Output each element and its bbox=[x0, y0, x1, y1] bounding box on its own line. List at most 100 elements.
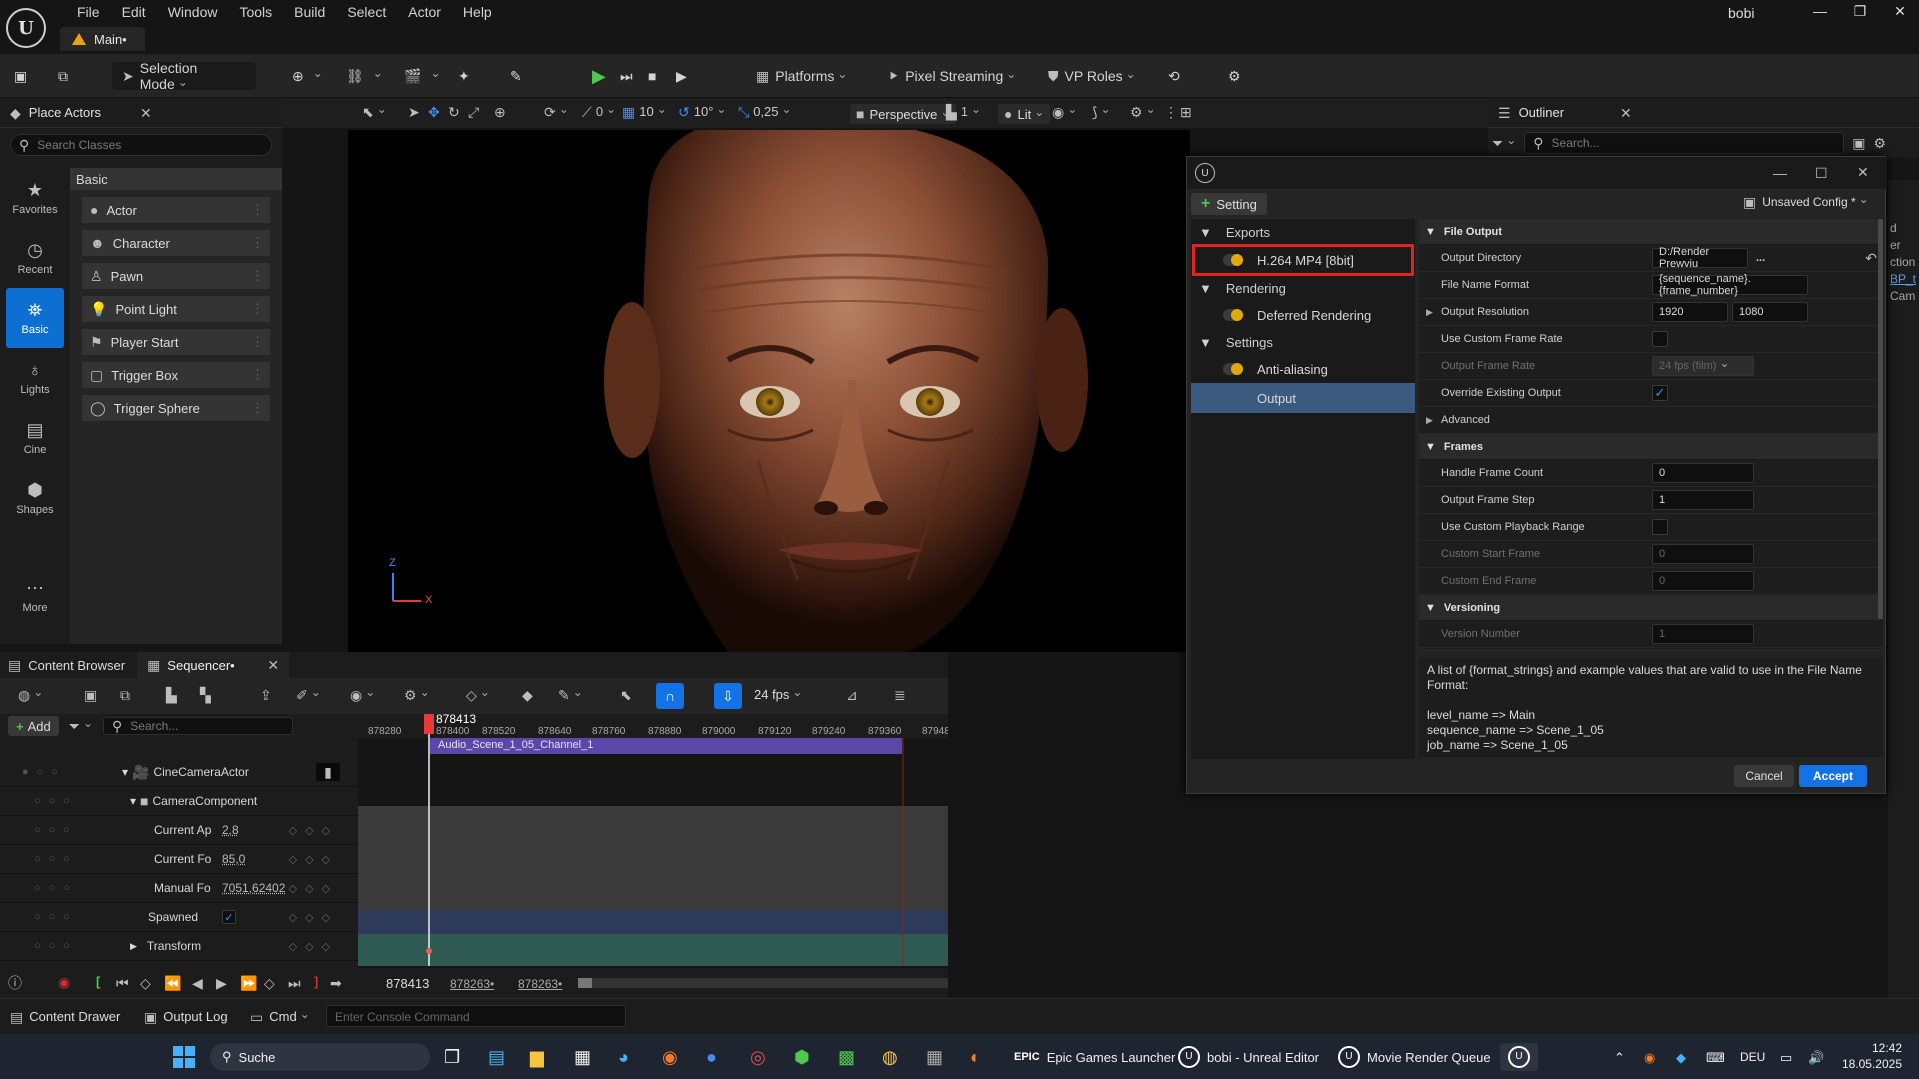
expand-icon[interactable]: ▶ bbox=[1426, 307, 1433, 318]
jump-end-icon[interactable]: ⏭ bbox=[288, 976, 301, 990]
minimize-icon[interactable]: — bbox=[1800, 3, 1840, 19]
nvidia-icon[interactable]: ⬢ bbox=[794, 1043, 810, 1071]
surface-snap-icon[interactable]: ⟳ bbox=[544, 105, 569, 119]
tree-item-output[interactable]: Output bbox=[1191, 383, 1415, 413]
filter-icon[interactable]: ⏷ bbox=[69, 719, 93, 733]
menu-file[interactable]: File bbox=[66, 4, 111, 20]
range-end-bracket-icon[interactable]: ] bbox=[314, 974, 318, 989]
browse-button[interactable]: ... bbox=[1756, 252, 1765, 264]
browser-icon[interactable]: ● bbox=[706, 1043, 717, 1071]
content-drawer-button[interactable]: ▤ Content Drawer bbox=[10, 1009, 120, 1024]
render-icon[interactable]: ▙ bbox=[166, 688, 177, 702]
tab-content-browser[interactable]: ▤ Content Browser bbox=[0, 652, 137, 678]
level-viewport[interactable] bbox=[348, 130, 1190, 652]
close-tab-icon[interactable]: ✕ bbox=[267, 658, 279, 672]
export-icon[interactable]: ⇪ bbox=[260, 688, 272, 702]
stop-icon[interactable]: ■ bbox=[648, 62, 656, 90]
key-icon[interactable]: ◇ bbox=[466, 688, 490, 702]
file-explorer-icon[interactable]: ▆ bbox=[530, 1043, 544, 1071]
eye-icon[interactable]: ◉ bbox=[350, 688, 375, 702]
render-queue-icon[interactable]: ▚ bbox=[200, 688, 211, 702]
scale-snap[interactable]: ⤡ 0,25 bbox=[738, 104, 792, 119]
tools-icon[interactable]: ✐ bbox=[296, 688, 321, 702]
taskbar-search[interactable]: ⚲ Suche bbox=[210, 1043, 430, 1071]
find-icon[interactable]: ⧉ bbox=[120, 688, 130, 702]
add-folder-icon[interactable]: ▣ bbox=[1852, 136, 1865, 150]
minimize-icon[interactable]: — bbox=[1773, 166, 1787, 180]
keyframe-controls[interactable]: ◇◇◇ bbox=[289, 824, 338, 837]
next-frame-icon[interactable]: ⏩ bbox=[240, 976, 257, 990]
menu-select[interactable]: Select bbox=[336, 4, 397, 20]
vp-roles-button[interactable]: ⛊ VP Roles bbox=[1048, 62, 1136, 90]
network-icon[interactable]: ▭ bbox=[1780, 1043, 1792, 1071]
tab-sequencer[interactable]: ▦ Sequencer• ✕ bbox=[137, 652, 290, 678]
record-icon[interactable]: ◉ bbox=[58, 975, 70, 989]
menu-icon[interactable]: ≣ bbox=[894, 688, 906, 702]
reverse-play-icon[interactable]: ◀ bbox=[192, 976, 203, 990]
track-camera-component[interactable]: ○○○ ▾ ■ CameraComponent bbox=[0, 787, 358, 816]
curve-editor-icon[interactable]: ⊿ bbox=[846, 688, 858, 702]
category-lights[interactable]: ♁ Lights bbox=[6, 348, 64, 408]
level-tab[interactable]: Main• bbox=[60, 27, 145, 51]
menu-tools[interactable]: Tools bbox=[228, 4, 283, 20]
enabled-toggle[interactable] bbox=[1223, 309, 1243, 321]
tree-item-h264-mp4[interactable]: H.264 MP4 [8bit] bbox=[1192, 244, 1414, 276]
track-value[interactable]: 2,8 bbox=[222, 823, 239, 837]
actor-item-point-light[interactable]: 💡 Point Light bbox=[82, 296, 270, 322]
perspective-button[interactable]: ■ Perspective bbox=[850, 104, 957, 124]
cursor-icon[interactable]: ⬉ bbox=[620, 688, 632, 702]
tray-chevron-icon[interactable]: ⌃ bbox=[1614, 1043, 1625, 1071]
language-indicator[interactable]: DEU bbox=[1740, 1043, 1765, 1071]
task-view-icon[interactable]: ❐ bbox=[444, 1043, 460, 1071]
camera-cut-icon[interactable]: ▮ bbox=[316, 763, 340, 781]
maximize-icon[interactable]: ❐ bbox=[1840, 3, 1880, 20]
tree-rendering-header[interactable]: ▼ Rendering bbox=[1191, 275, 1415, 301]
view-range-start[interactable]: 878263• bbox=[450, 977, 494, 991]
output-log-button[interactable]: ▣ Output Log bbox=[144, 1009, 228, 1024]
cancel-button[interactable]: Cancel bbox=[1734, 765, 1794, 787]
chrome-icon[interactable]: ◍ bbox=[882, 1043, 898, 1071]
enabled-toggle[interactable] bbox=[1223, 254, 1243, 266]
scrollbar-thumb[interactable] bbox=[578, 978, 592, 988]
place-actors-tab[interactable]: ◆ Place Actors ✕ bbox=[0, 98, 282, 128]
track-value[interactable]: 7051,62402 bbox=[222, 881, 285, 895]
firefox-icon[interactable]: ◉ bbox=[662, 1043, 678, 1071]
category-recent[interactable]: ◷ Recent bbox=[6, 228, 64, 288]
app2-icon[interactable]: ◎ bbox=[750, 1043, 766, 1071]
actor-item-player-start[interactable]: ⚑ Player Start bbox=[82, 329, 270, 355]
use-custom-playback-range-checkbox[interactable] bbox=[1652, 519, 1668, 535]
notepad-icon[interactable]: ▤ bbox=[488, 1043, 505, 1071]
resolution-y-field[interactable]: 1080 bbox=[1732, 302, 1808, 322]
menu-actor[interactable]: Actor bbox=[397, 4, 452, 20]
track-current-focal-length[interactable]: ○○○ Current Fo 85,0 ◇◇◇ bbox=[0, 845, 358, 874]
tray-app-icon[interactable]: ◉ bbox=[1644, 1043, 1655, 1071]
output-frame-rate-select[interactable]: 24 fps (film) bbox=[1652, 356, 1754, 376]
actor-item-actor[interactable]: ● Actor bbox=[82, 197, 270, 223]
enabled-toggle[interactable] bbox=[1223, 363, 1243, 375]
close-icon[interactable]: ✕ bbox=[1880, 3, 1919, 20]
use-custom-frame-rate-checkbox[interactable] bbox=[1652, 331, 1668, 347]
override-existing-output-checkbox[interactable]: ✓ bbox=[1652, 385, 1668, 401]
console-input[interactable]: Enter Console Command bbox=[326, 1005, 626, 1027]
category-more[interactable]: ⋯ More bbox=[6, 566, 64, 626]
cmd-select[interactable]: ▭ Cmd bbox=[250, 1009, 310, 1024]
tree-settings-header[interactable]: ▼ Settings bbox=[1191, 329, 1415, 355]
frames-section[interactable]: ▼ Frames bbox=[1419, 434, 1883, 460]
spawned-checkbox[interactable]: ✓ bbox=[222, 910, 236, 924]
cinematics-icon[interactable]: 🎬 bbox=[404, 62, 441, 90]
menu-help[interactable]: Help bbox=[452, 4, 503, 20]
transform-keyframe[interactable] bbox=[426, 948, 432, 954]
clock[interactable]: 12:42 18.05.2025 bbox=[1840, 1040, 1902, 1072]
performance-icon[interactable]: ⟆ bbox=[1092, 105, 1111, 119]
start-button[interactable] bbox=[172, 1043, 196, 1071]
grid-snap[interactable]: ▦ 10 bbox=[622, 104, 667, 119]
versioning-section[interactable]: ▼ Versioning bbox=[1419, 595, 1883, 621]
rotation-snap[interactable]: ↺ 10° bbox=[678, 104, 726, 119]
track-manual-focus[interactable]: ○○○ Manual Fo 7051,62402 ◇◇◇ bbox=[0, 874, 358, 903]
add-content-icon[interactable]: ⊕ bbox=[292, 62, 323, 90]
world-icon[interactable]: ⊕ bbox=[494, 105, 506, 119]
snap-icon[interactable]: ∩ bbox=[656, 683, 684, 709]
accept-button[interactable]: Accept bbox=[1799, 765, 1867, 787]
category-basic[interactable]: ⛯ Basic bbox=[6, 288, 64, 348]
actor-item-trigger-sphere[interactable]: ◯ Trigger Sphere bbox=[82, 395, 270, 421]
